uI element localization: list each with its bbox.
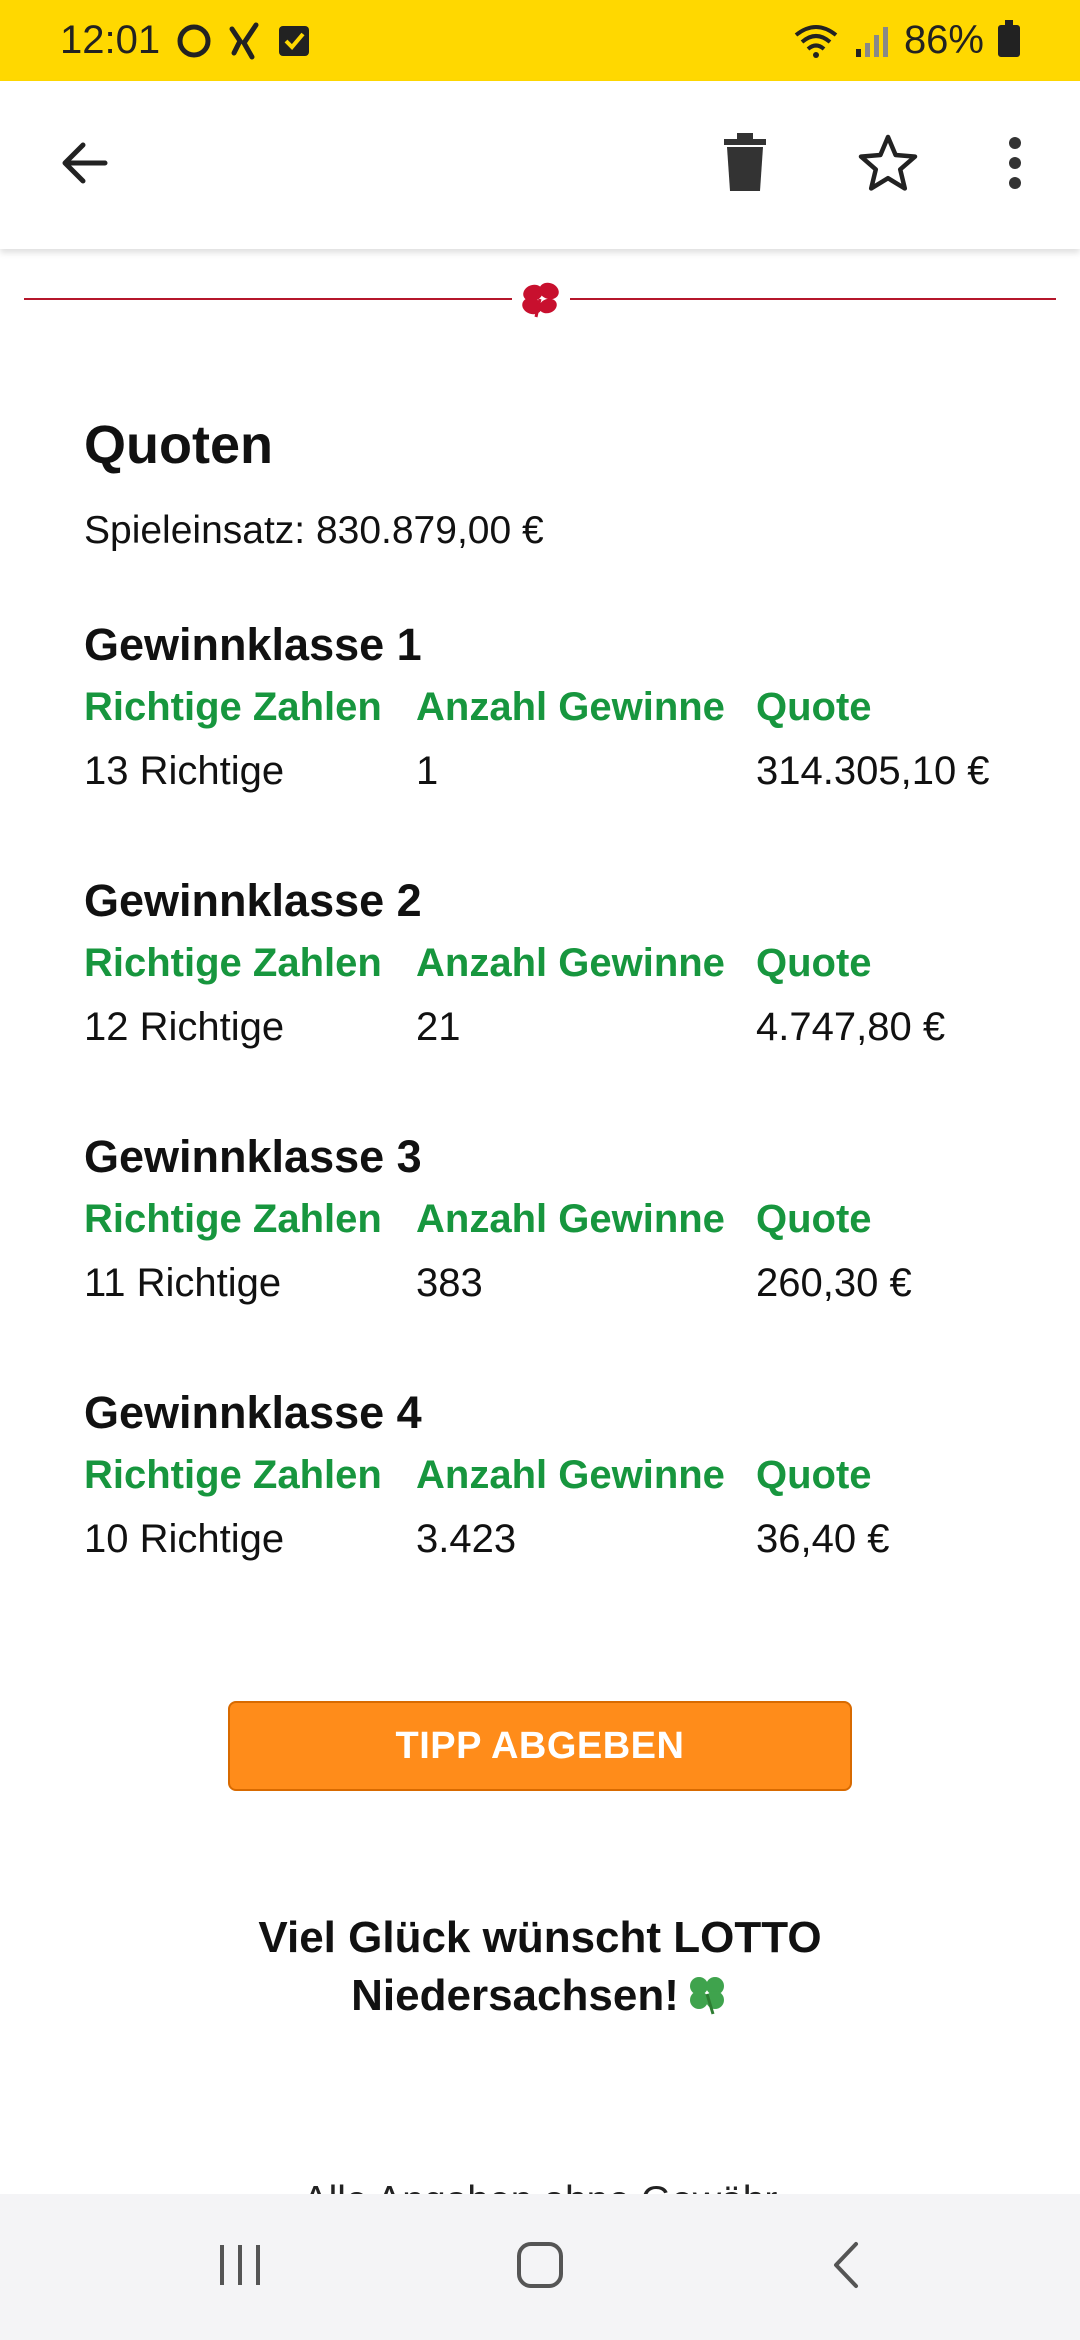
prize-class-4: Gewinnklasse 4 Richtige Zahlen Anzahl Ge…	[84, 1387, 1044, 1587]
value-winner-count: 1	[416, 749, 439, 793]
good-luck-line-2: Niedersachsen!	[351, 1971, 679, 2020]
star-outline-icon	[857, 133, 919, 198]
divider-line-left	[24, 298, 512, 300]
prize-class-2: Gewinnklasse 2 Richtige Zahlen Anzahl Ge…	[84, 875, 1044, 1075]
status-time: 12:01	[60, 18, 161, 62]
prize-class-1: Gewinnklasse 1 Richtige Zahlen Anzahl Ge…	[84, 619, 1044, 819]
divider-line-right	[570, 298, 1056, 300]
back-arrow-icon	[57, 135, 113, 196]
trash-icon	[722, 132, 768, 198]
more-vert-icon	[1007, 135, 1023, 196]
header-winner-count: Anzahl Gewinne	[416, 941, 725, 985]
header-quote: Quote	[756, 1197, 872, 1241]
header-quote: Quote	[756, 941, 872, 985]
home-icon	[515, 2240, 565, 2295]
value-correct-numbers: 11 Richtige	[84, 1261, 282, 1305]
value-correct-numbers: 13 Richtige	[84, 749, 285, 793]
prize-class-3: Gewinnklasse 3 Richtige Zahlen Anzahl Ge…	[84, 1131, 1044, 1331]
header-divider	[24, 279, 1056, 319]
header-winner-count: Anzahl Gewinne	[416, 685, 725, 729]
battery-level: 86%	[903, 18, 984, 62]
header-winner-count: Anzahl Gewinne	[416, 1197, 725, 1241]
delete-button[interactable]	[690, 81, 800, 249]
recent-apps-icon	[215, 2242, 265, 2293]
prize-class-title: Gewinnklasse 2	[84, 875, 422, 926]
value-quote: 4.747,80 €	[756, 1005, 946, 1049]
status-bar-left: 12:01	[60, 18, 312, 63]
circle-icon	[174, 21, 214, 61]
header-winner-count: Anzahl Gewinne	[416, 1453, 725, 1497]
good-luck-message: Viel Glück wünscht LOTTO Niedersachsen!	[140, 1909, 940, 2025]
app-bar	[0, 81, 1080, 249]
submit-tip-button[interactable]: TIPP ABGEBEN	[228, 1701, 852, 1791]
battery-icon	[998, 19, 1020, 57]
back-icon	[828, 2240, 862, 2295]
good-luck-line-1: Viel Glück wünscht LOTTO	[258, 1913, 822, 1962]
xing-icon	[228, 21, 262, 61]
value-quote: 36,40 €	[756, 1517, 890, 1561]
game-stake: Spieleinsatz: 830.879,00 €	[84, 509, 544, 552]
content-area[interactable]: Quoten Spieleinsatz: 830.879,00 € Gewinn…	[0, 249, 1080, 2194]
value-correct-numbers: 10 Richtige	[84, 1517, 285, 1561]
header-quote: Quote	[756, 685, 872, 729]
disclaimer-text: Alle Angaben ohne Gewähr	[0, 2179, 1080, 2194]
favorite-button[interactable]	[833, 81, 943, 249]
recent-apps-button[interactable]	[170, 2194, 310, 2340]
page-title: Quoten	[84, 415, 273, 475]
value-correct-numbers: 12 Richtige	[84, 1005, 285, 1049]
header-correct-numbers: Richtige Zahlen	[84, 941, 382, 985]
four-leaf-clover-icon	[685, 1972, 729, 2016]
clover-logo-icon	[518, 279, 564, 319]
value-winner-count: 21	[416, 1005, 461, 1049]
header-correct-numbers: Richtige Zahlen	[84, 1453, 382, 1497]
status-bar: 12:01 86%	[0, 0, 1080, 81]
value-quote: 260,30 €	[756, 1261, 912, 1305]
value-winner-count: 383	[416, 1261, 483, 1305]
header-correct-numbers: Richtige Zahlen	[84, 685, 382, 729]
value-winner-count: 3.423	[416, 1517, 517, 1561]
header-quote: Quote	[756, 1453, 872, 1497]
good-luck-line-2-wrap: Niedersachsen!	[140, 1967, 940, 2025]
system-nav-bar	[0, 2194, 1080, 2340]
system-back-button[interactable]	[775, 2194, 915, 2340]
prize-class-title: Gewinnklasse 3	[84, 1131, 422, 1182]
value-quote: 314.305,10 €	[756, 749, 990, 793]
status-bar-right: 86%	[792, 18, 1020, 63]
home-button[interactable]	[470, 2194, 610, 2340]
back-button[interactable]	[30, 81, 140, 249]
header-correct-numbers: Richtige Zahlen	[84, 1197, 382, 1241]
signal-icon	[854, 23, 890, 59]
prize-class-title: Gewinnklasse 1	[84, 619, 422, 670]
more-options-button[interactable]	[960, 81, 1070, 249]
checkbox-icon	[276, 23, 312, 59]
prize-class-title: Gewinnklasse 4	[84, 1387, 422, 1438]
wifi-icon	[792, 21, 840, 61]
battery-shape	[998, 19, 1020, 57]
